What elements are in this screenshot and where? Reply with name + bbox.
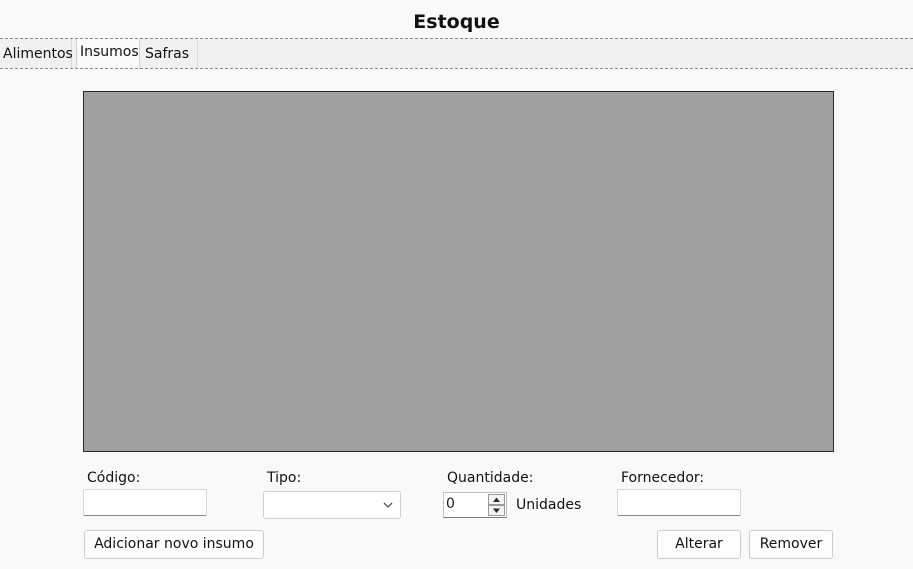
spin-down-button[interactable]: [488, 505, 505, 516]
tipo-select[interactable]: [263, 491, 401, 519]
tab-insumos[interactable]: Insumos: [76, 39, 140, 69]
tab-divider: [0, 68, 913, 69]
codigo-input[interactable]: [83, 489, 207, 516]
estoque-window: Estoque Alimentos Insumos Safras Código:…: [0, 0, 913, 569]
tab-bar: Alimentos Insumos Safras: [0, 39, 913, 69]
alter-button[interactable]: Alterar: [657, 530, 741, 559]
chevron-down-icon: [383, 502, 393, 508]
tab-alimentos[interactable]: Alimentos: [0, 39, 73, 68]
window-title: Estoque: [413, 11, 500, 33]
quantidade-value: 0: [446, 496, 455, 512]
quantidade-label: Quantidade:: [447, 470, 534, 486]
tab-safras[interactable]: Safras: [142, 39, 198, 68]
triangle-down-icon: [493, 508, 500, 513]
spin-up-button[interactable]: [488, 494, 505, 505]
tipo-label: Tipo:: [267, 470, 302, 486]
codigo-label: Código:: [87, 470, 141, 486]
remove-button[interactable]: Remover: [749, 530, 833, 559]
unidades-label: Unidades: [516, 497, 582, 513]
triangle-up-icon: [493, 497, 500, 502]
add-insumo-button[interactable]: Adicionar novo insumo: [84, 530, 264, 559]
quantidade-spinner[interactable]: 0: [443, 492, 507, 518]
fornecedor-input[interactable]: [617, 489, 741, 516]
fornecedor-label: Fornecedor:: [621, 470, 705, 486]
insumos-table[interactable]: [83, 91, 834, 452]
